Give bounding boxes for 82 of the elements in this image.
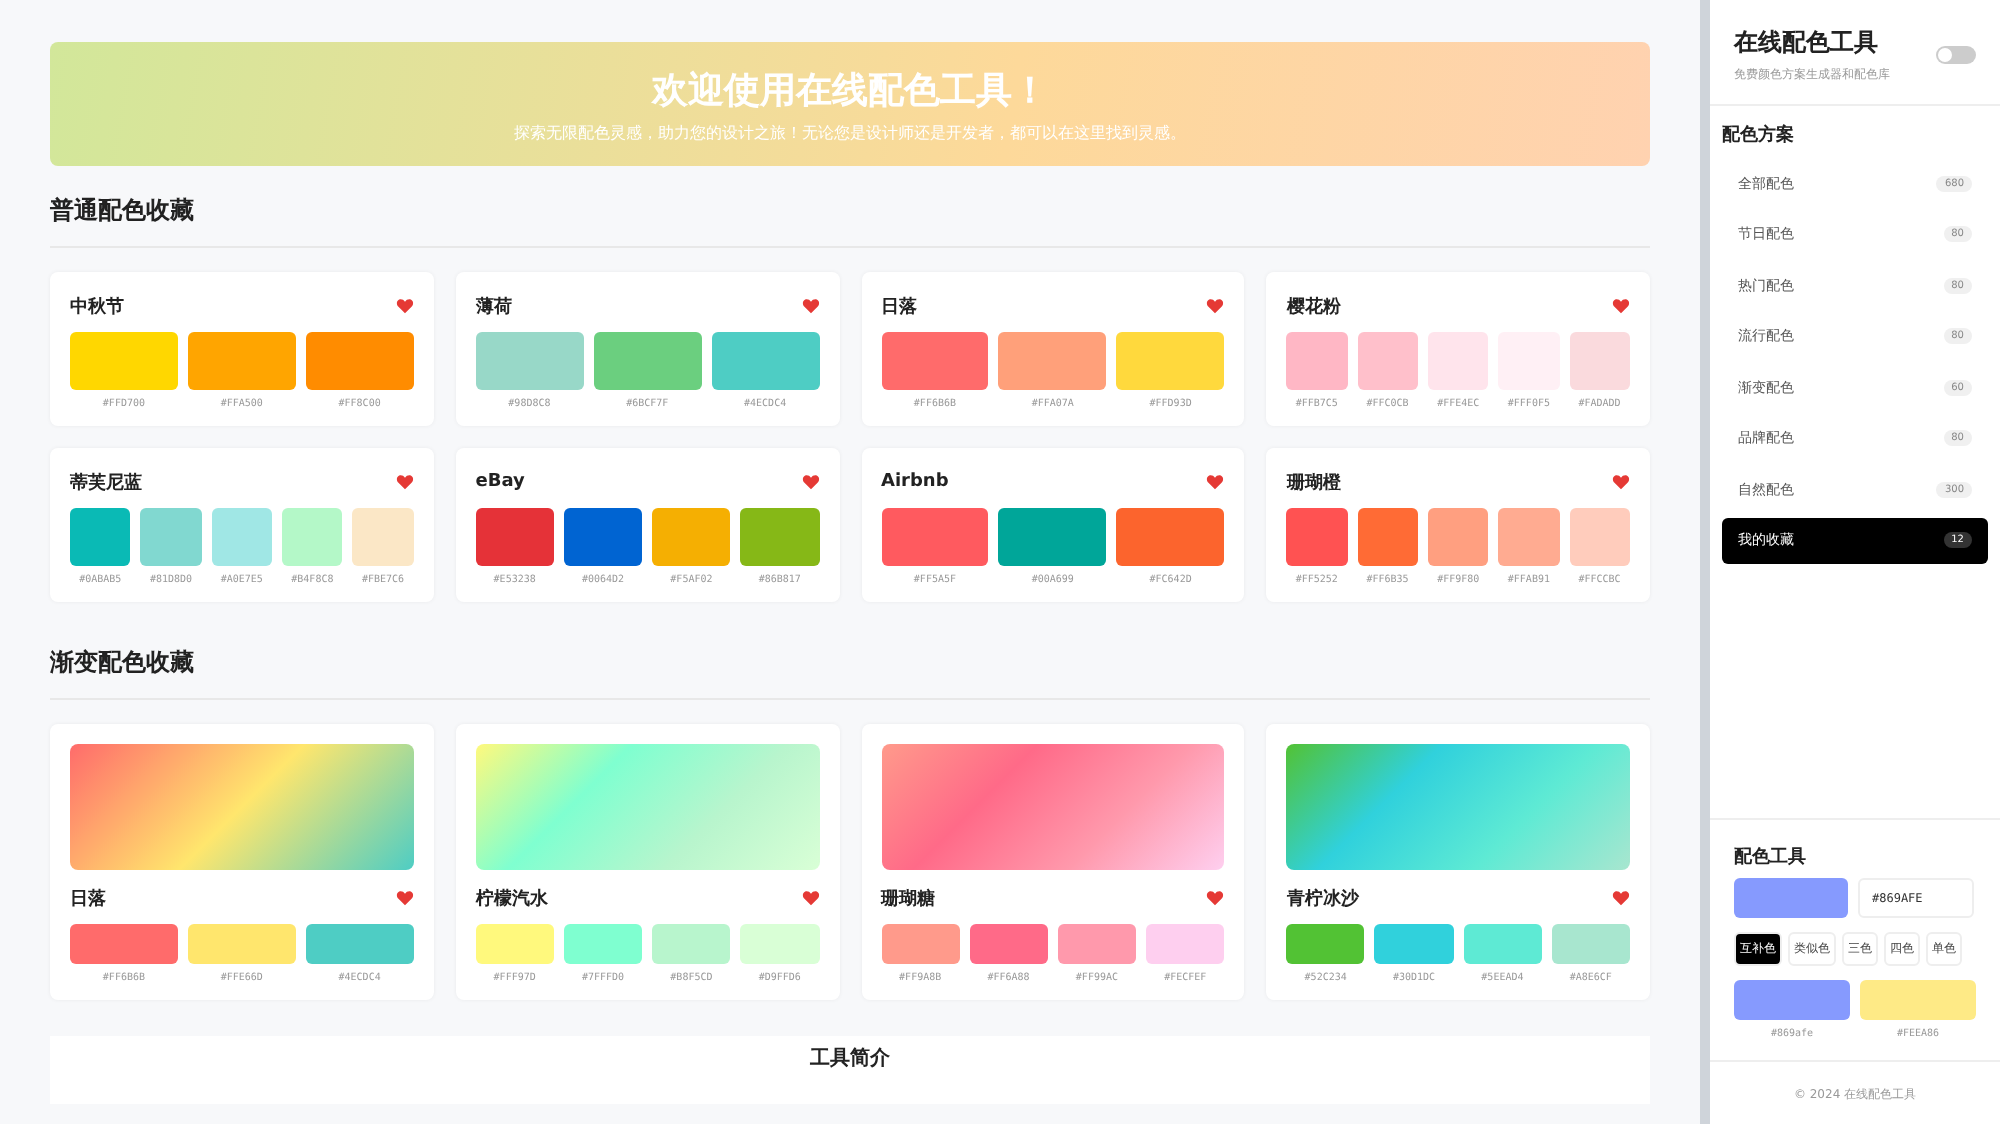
theme-toggle[interactable] — [1936, 46, 1976, 64]
color-swatch[interactable] — [563, 924, 643, 964]
color-swatch[interactable] — [969, 924, 1048, 964]
palette-name: 日落 — [70, 886, 106, 911]
palette-name: 樱花粉 — [1286, 294, 1341, 319]
banner-subtitle: 探索无限配色灵感，助力您的设计之旅！无论您是设计师还是开发者，都可以在这里找到灵感。 — [514, 121, 1186, 143]
color-swatch[interactable] — [1427, 332, 1489, 390]
color-swatch[interactable] — [881, 332, 989, 390]
color-swatch[interactable] — [352, 508, 414, 566]
scrollbar[interactable] — [1700, 0, 1710, 1124]
color-swatch[interactable] — [475, 332, 584, 390]
heart-icon[interactable] — [801, 298, 819, 314]
section-title: 配色方案 — [1720, 122, 1796, 150]
color-swatch[interactable] — [475, 508, 554, 566]
banner-title: 欢迎使用在线配色工具！ — [652, 67, 1048, 113]
color-swatch[interactable] — [1463, 924, 1542, 964]
color-swatch[interactable] — [1569, 332, 1630, 390]
color-swatch[interactable] — [652, 508, 731, 566]
color-swatch[interactable] — [1427, 508, 1489, 566]
color-swatch[interactable] — [1357, 332, 1418, 390]
section-title: 普通配色收藏 — [50, 166, 1650, 248]
heart-icon[interactable] — [801, 474, 819, 490]
color-swatch[interactable] — [70, 508, 131, 566]
color-swatch[interactable] — [475, 924, 554, 964]
heart-icon[interactable] — [395, 298, 414, 314]
color-swatch[interactable] — [1116, 508, 1225, 566]
color-swatch[interactable] — [70, 332, 178, 390]
palette-name: 薄荷 — [475, 294, 512, 319]
color-swatch[interactable] — [740, 508, 819, 566]
color-swatch[interactable] — [998, 508, 1107, 566]
color-swatch[interactable] — [1286, 332, 1348, 390]
color-swatch[interactable] — [740, 924, 819, 964]
result-swatch[interactable] — [1860, 980, 1976, 1020]
color-swatch[interactable] — [305, 924, 414, 964]
section-title: 渐变配色收藏 — [50, 618, 1650, 700]
color-swatch[interactable] — [593, 332, 702, 390]
color-swatch[interactable] — [305, 332, 414, 390]
color-picker[interactable] — [1734, 878, 1848, 918]
color-swatch[interactable] — [1286, 508, 1348, 566]
color-swatch[interactable] — [1116, 332, 1225, 390]
heart-icon[interactable] — [1206, 890, 1225, 906]
color-swatch[interactable] — [1057, 924, 1137, 964]
palette-name: Airbnb — [881, 472, 949, 492]
heart-icon[interactable] — [1206, 474, 1225, 490]
color-swatch[interactable] — [652, 924, 731, 964]
color-swatch[interactable] — [1551, 924, 1630, 964]
heart-icon[interactable] — [1612, 298, 1630, 314]
color-swatch[interactable] — [1286, 924, 1365, 964]
color-swatch[interactable] — [711, 332, 820, 390]
color-swatch[interactable] — [563, 508, 643, 566]
color-swatch[interactable] — [211, 508, 273, 566]
color-swatch[interactable] — [70, 924, 178, 964]
heart-icon[interactable] — [1206, 298, 1225, 314]
color-swatch[interactable] — [881, 924, 960, 964]
app-title: 在线配色工具 — [1734, 26, 1880, 60]
heart-icon[interactable] — [1612, 890, 1630, 906]
palette-name: 蒂芙尼蓝 — [70, 470, 142, 495]
color-swatch[interactable] — [1146, 924, 1225, 964]
palette-name: 青柠冰沙 — [1286, 886, 1359, 911]
palette-name: 日落 — [881, 294, 917, 319]
color-swatch[interactable] — [140, 508, 202, 566]
heart-icon[interactable] — [1612, 474, 1630, 490]
palette-name: 珊瑚橙 — [1286, 471, 1341, 495]
palette-name: 柠檬汽水 — [475, 886, 548, 911]
heart-icon[interactable] — [801, 890, 819, 906]
palette-name: 珊瑚糖 — [881, 886, 935, 911]
color-swatch[interactable] — [187, 332, 296, 390]
palette-name: eBay — [475, 472, 525, 492]
result-swatch[interactable] — [1734, 980, 1850, 1020]
color-swatch[interactable] — [1374, 924, 1454, 964]
color-swatch[interactable] — [187, 924, 296, 964]
palette-name: 中秋节 — [70, 294, 124, 319]
heart-icon[interactable] — [395, 474, 414, 490]
heart-icon[interactable] — [395, 890, 414, 906]
color-swatch[interactable] — [998, 332, 1107, 390]
color-swatch[interactable] — [1498, 508, 1560, 566]
intro-title: 工具简介 — [810, 1045, 890, 1074]
color-swatch[interactable] — [282, 508, 343, 566]
color-swatch[interactable] — [1357, 508, 1418, 566]
color-swatch[interactable] — [1569, 508, 1630, 566]
color-swatch[interactable] — [881, 508, 989, 566]
section-title: 配色工具 — [1732, 845, 1808, 872]
